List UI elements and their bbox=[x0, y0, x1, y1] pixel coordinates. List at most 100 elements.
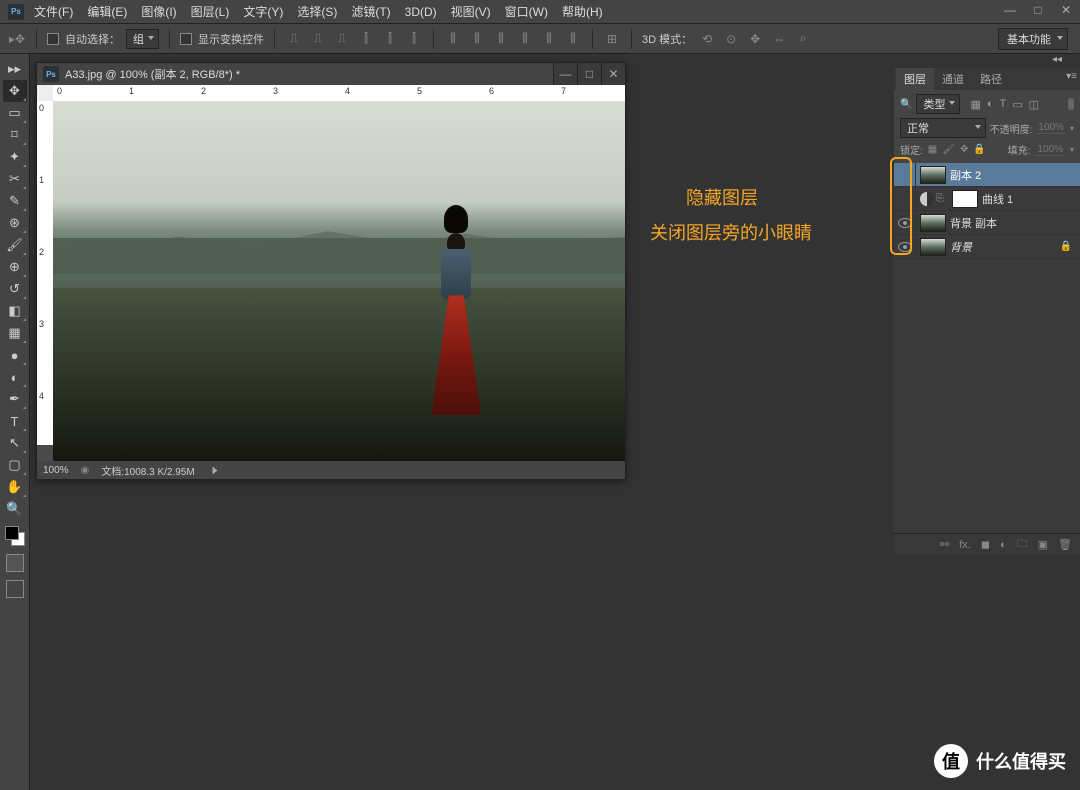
lock-pixels-icon[interactable]: ▦ bbox=[928, 144, 937, 155]
doc-close[interactable]: ✕ bbox=[601, 63, 625, 85]
eraser-tool[interactable]: ◧ bbox=[3, 300, 27, 322]
panel-menu-icon[interactable]: ▾≡ bbox=[1066, 71, 1077, 82]
filter-shape-icon[interactable]: ▭ bbox=[1012, 98, 1022, 111]
history-brush-tool[interactable]: ↺ bbox=[3, 278, 27, 300]
eyedropper-tool[interactable]: ✎ bbox=[3, 190, 27, 212]
hand-tool[interactable]: ✋ bbox=[3, 476, 27, 498]
type-tool[interactable]: T bbox=[3, 410, 27, 432]
path-select-tool[interactable]: ↖ bbox=[3, 432, 27, 454]
shape-tool[interactable]: ▢ bbox=[3, 454, 27, 476]
trash-icon[interactable]: 🗑 bbox=[1058, 538, 1072, 551]
menu-image[interactable]: 图像(I) bbox=[141, 3, 176, 20]
opacity-value[interactable]: 100% bbox=[1036, 122, 1066, 134]
menu-type[interactable]: 文字(Y) bbox=[243, 3, 283, 20]
filter-type-icon[interactable]: T bbox=[1000, 98, 1007, 110]
layer-row[interactable]: ⎘ 曲线 1 bbox=[894, 187, 1080, 211]
new-layer-icon[interactable]: ▣ bbox=[1038, 538, 1048, 551]
auto-select-target[interactable]: 组 bbox=[126, 29, 159, 49]
ruler-origin[interactable] bbox=[37, 85, 53, 101]
panel-collapse-icon[interactable]: ◂◂ bbox=[1052, 54, 1062, 65]
fill-value[interactable]: 100% bbox=[1035, 144, 1065, 156]
show-transform-checkbox[interactable] bbox=[180, 33, 192, 45]
window-minimize[interactable]: — bbox=[996, 0, 1024, 20]
healing-tool[interactable]: ⊛ bbox=[3, 212, 27, 234]
distribute-icon[interactable]: ⫼ bbox=[492, 30, 510, 48]
layer-row[interactable]: 副本 2 bbox=[894, 163, 1080, 187]
quickmask-toggle[interactable] bbox=[6, 554, 24, 572]
pan-3d-icon[interactable]: ✥ bbox=[746, 30, 764, 48]
link-layers-icon[interactable]: ⚯ bbox=[940, 538, 949, 551]
menu-view[interactable]: 视图(V) bbox=[451, 3, 491, 20]
status-menu-icon[interactable] bbox=[212, 466, 217, 474]
magic-wand-tool[interactable]: ✦ bbox=[3, 146, 27, 168]
roll-3d-icon[interactable]: ⊙ bbox=[722, 30, 740, 48]
layer-mask-thumb[interactable] bbox=[952, 190, 978, 208]
lasso-tool[interactable]: ⌑ bbox=[3, 124, 27, 146]
layer-thumb[interactable] bbox=[920, 166, 946, 184]
distribute-icon[interactable]: ⫼ bbox=[516, 30, 534, 48]
zoom-3d-icon[interactable]: ⌕ bbox=[794, 30, 812, 48]
lock-position-icon[interactable]: ✥ bbox=[960, 144, 968, 155]
filter-toggle[interactable] bbox=[1068, 98, 1074, 110]
pen-tool[interactable]: ✒ bbox=[3, 388, 27, 410]
layer-thumb[interactable] bbox=[920, 238, 946, 256]
ruler-vertical[interactable]: 0 1 2 3 4 bbox=[37, 101, 53, 445]
adjustment-icon[interactable]: ◐ bbox=[1000, 539, 1007, 551]
slide-3d-icon[interactable]: ⇔ bbox=[770, 30, 788, 48]
distribute-icon[interactable]: ⫼ bbox=[444, 30, 462, 48]
menu-layer[interactable]: 图层(L) bbox=[191, 3, 230, 20]
blur-tool[interactable]: ● bbox=[3, 344, 27, 366]
distribute-icon[interactable]: ⫼ bbox=[540, 30, 558, 48]
document-tab[interactable]: Ps A33.jpg @ 100% (副本 2, RGB/8*) * — □ ✕ bbox=[37, 63, 625, 85]
distribute-icon[interactable]: ⫼ bbox=[468, 30, 486, 48]
filter-smart-icon[interactable]: ◫ bbox=[1029, 98, 1039, 111]
tab-paths[interactable]: 路径 bbox=[972, 68, 1010, 90]
stamp-tool[interactable]: ⊕ bbox=[3, 256, 27, 278]
fx-icon[interactable]: fx. bbox=[959, 539, 971, 551]
move-tool[interactable]: ✥ bbox=[3, 80, 27, 102]
doc-info[interactable]: 文档:1008.3 K/2.95M bbox=[101, 463, 194, 478]
menu-filter[interactable]: 滤镜(T) bbox=[351, 3, 390, 20]
doc-maximize[interactable]: □ bbox=[577, 63, 601, 85]
screenmode-toggle[interactable] bbox=[6, 580, 24, 598]
window-maximize[interactable]: □ bbox=[1024, 0, 1052, 20]
gradient-tool[interactable]: ▦ bbox=[3, 322, 27, 344]
auto-select-checkbox[interactable] bbox=[47, 33, 59, 45]
brush-tool[interactable]: 🖌 bbox=[3, 234, 27, 256]
color-swatch[interactable] bbox=[5, 526, 25, 546]
lock-all-icon[interactable]: 🔒 bbox=[973, 144, 985, 155]
layer-name[interactable]: 副本 2 bbox=[950, 167, 981, 183]
tab-channels[interactable]: 通道 bbox=[934, 68, 972, 90]
orbit-3d-icon[interactable]: ⟲ bbox=[698, 30, 716, 48]
filter-adjust-icon[interactable]: ◐ bbox=[987, 98, 994, 110]
menu-window[interactable]: 窗口(W) bbox=[505, 3, 548, 20]
align-icon[interactable]: ⫿ bbox=[357, 30, 375, 48]
mask-icon[interactable]: ◼ bbox=[981, 538, 990, 551]
dodge-tool[interactable]: ◐ bbox=[3, 366, 27, 388]
layer-name[interactable]: 背景 副本 bbox=[950, 215, 997, 231]
layer-name[interactable]: 背景 bbox=[950, 239, 972, 255]
layer-row[interactable]: 背景 🔒 bbox=[894, 235, 1080, 259]
align-icon[interactable]: ⫿ bbox=[381, 30, 399, 48]
marquee-tool[interactable]: ▭ bbox=[3, 102, 27, 124]
status-icon[interactable]: ◉ bbox=[81, 465, 90, 476]
menu-edit[interactable]: 编辑(E) bbox=[87, 3, 127, 20]
filter-type-dropdown[interactable]: 类型 bbox=[916, 94, 960, 114]
collapse-handle[interactable]: ▸▸ bbox=[3, 58, 27, 80]
menu-select[interactable]: 选择(S) bbox=[297, 3, 337, 20]
move-tool-icon[interactable]: ▸✥ bbox=[8, 30, 26, 48]
menu-help[interactable]: 帮助(H) bbox=[562, 3, 603, 20]
zoom-tool[interactable]: 🔍 bbox=[3, 498, 27, 520]
filter-pixel-icon[interactable]: ▦ bbox=[970, 98, 980, 111]
workspace-switcher[interactable]: 基本功能 bbox=[998, 28, 1068, 50]
lock-brush-icon[interactable]: 🖌 bbox=[942, 144, 955, 155]
align-icon[interactable]: ⫿ bbox=[405, 30, 423, 48]
menu-3d[interactable]: 3D(D) bbox=[405, 5, 437, 19]
align-icon[interactable]: ⎍ bbox=[309, 30, 327, 48]
tab-layers[interactable]: 图层 bbox=[896, 68, 934, 90]
align-icon[interactable]: ⎍ bbox=[333, 30, 351, 48]
zoom-level[interactable]: 100% bbox=[43, 465, 69, 476]
distribute-icon[interactable]: ⫼ bbox=[564, 30, 582, 48]
ruler-horizontal[interactable]: 0 1 2 3 4 5 6 7 bbox=[53, 85, 625, 101]
layer-thumb[interactable] bbox=[920, 214, 946, 232]
